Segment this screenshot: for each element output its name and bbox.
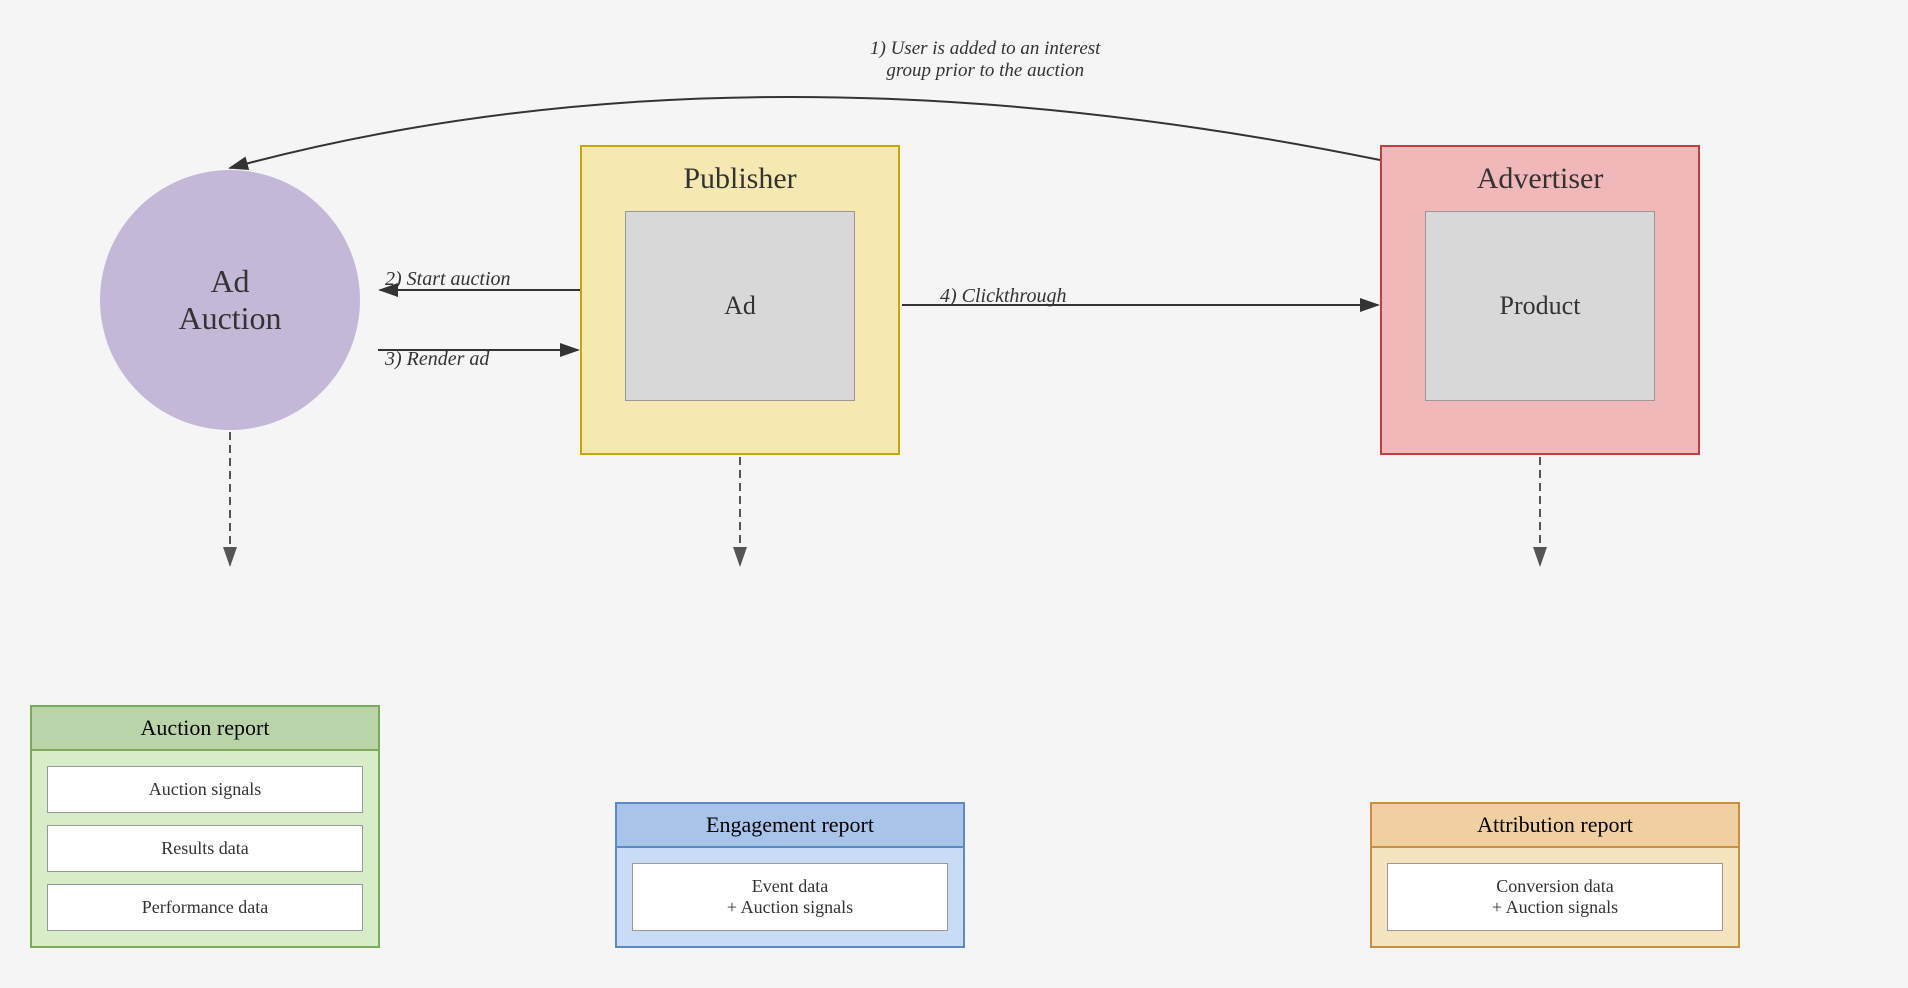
engagement-report-header: Engagement report [617,804,963,848]
event-data-item: Event data + Auction signals [632,863,948,931]
product-label: Product [1500,291,1581,321]
auction-report-header: Auction report [32,707,378,751]
publisher-title: Publisher [683,162,796,196]
ad-auction-label: AdAuction [178,263,281,337]
publisher-box: Publisher Ad [580,145,900,455]
render-ad-label: 3) Render ad [385,348,489,371]
start-auction-label: 2) Start auction [385,268,511,291]
performance-data-item: Performance data [47,884,363,931]
product-inner-box: Product [1425,211,1655,401]
ad-label: Ad [724,291,756,321]
attribution-report-header: Attribution report [1372,804,1738,848]
advertiser-title: Advertiser [1477,162,1604,196]
auction-report: Auction report Auction signals Results d… [30,705,380,948]
diagram-container: 1) User is added to an interest group pr… [0,0,1908,988]
ad-auction-circle: AdAuction [100,170,360,430]
clickthrough-label: 4) Clickthrough [940,285,1066,308]
results-data-item: Results data [47,825,363,872]
engagement-report: Engagement report Event data + Auction s… [615,802,965,948]
auction-signals-item: Auction signals [47,766,363,813]
attribution-report: Attribution report Conversion data + Auc… [1370,802,1740,948]
advertiser-box: Advertiser Product [1380,145,1700,455]
ad-inner-box: Ad [625,211,855,401]
user-note: 1) User is added to an interest group pr… [870,38,1100,82]
conversion-data-item: Conversion data + Auction signals [1387,863,1723,931]
